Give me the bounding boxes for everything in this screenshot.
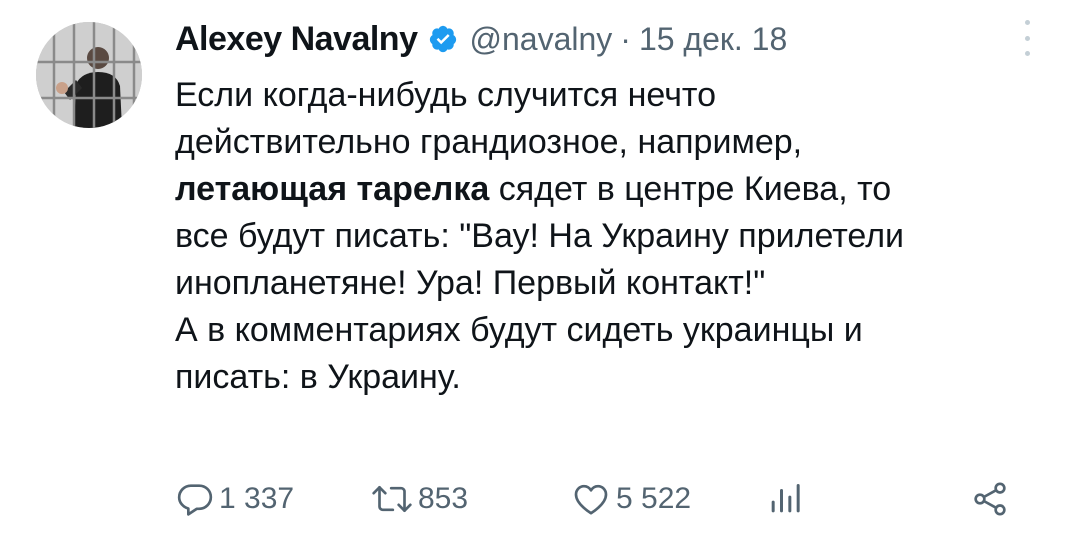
tweet-line: писать: в Украину. (175, 358, 461, 396)
author-name[interactable]: Alexey Navalny (175, 20, 418, 59)
action-bar: 1 337 853 5 522 (175, 474, 1025, 524)
views-icon (765, 479, 805, 519)
more-icon[interactable] (1017, 20, 1037, 56)
tweet-text: Если когда-нибудь случится нечто действи… (175, 72, 1060, 401)
separator-dot: · (620, 20, 631, 57)
tweet-header: Alexey Navalny @navalny · 15 дек. 18 (175, 14, 787, 64)
share-button[interactable] (970, 474, 1010, 524)
share-icon (970, 479, 1010, 519)
tweet-line: все будут писать: "Вау! На Украину приле… (175, 217, 905, 255)
reply-button[interactable]: 1 337 (175, 474, 294, 524)
tweet[interactable]: Alexey Navalny @navalny · 15 дек. 18 Есл… (0, 0, 1065, 553)
tweet-line-rest: сядет в центре Киева, то (489, 170, 892, 208)
tweet-line: действительно грандиозное, например, (175, 123, 803, 161)
tweet-line: Если когда-нибудь случится нечто (175, 76, 717, 114)
verified-badge-icon (428, 24, 458, 54)
avatar-image (36, 22, 142, 128)
tweet-line: летающая тарелка сядет в центре Киева, т… (175, 166, 1060, 213)
reply-count: 1 337 (219, 482, 295, 515)
like-button[interactable]: 5 522 (570, 474, 691, 524)
tweet-line: инопланетяне! Ура! Первый контакт!" (175, 264, 766, 302)
like-icon (570, 479, 612, 519)
tweet-date[interactable]: 15 дек. 18 (639, 21, 787, 58)
retweet-button[interactable]: 853 (370, 474, 468, 524)
views-button[interactable] (765, 474, 805, 524)
tweet-line: А в комментариях будут сидеть украинцы и (175, 311, 863, 349)
retweet-count: 853 (418, 482, 469, 515)
avatar[interactable] (36, 22, 142, 128)
author-handle[interactable]: @navalny (470, 21, 613, 58)
retweet-icon (370, 479, 414, 519)
reply-icon (175, 479, 215, 519)
like-count: 5 522 (616, 482, 692, 515)
bold-phrase: летающая тарелка (175, 170, 490, 208)
